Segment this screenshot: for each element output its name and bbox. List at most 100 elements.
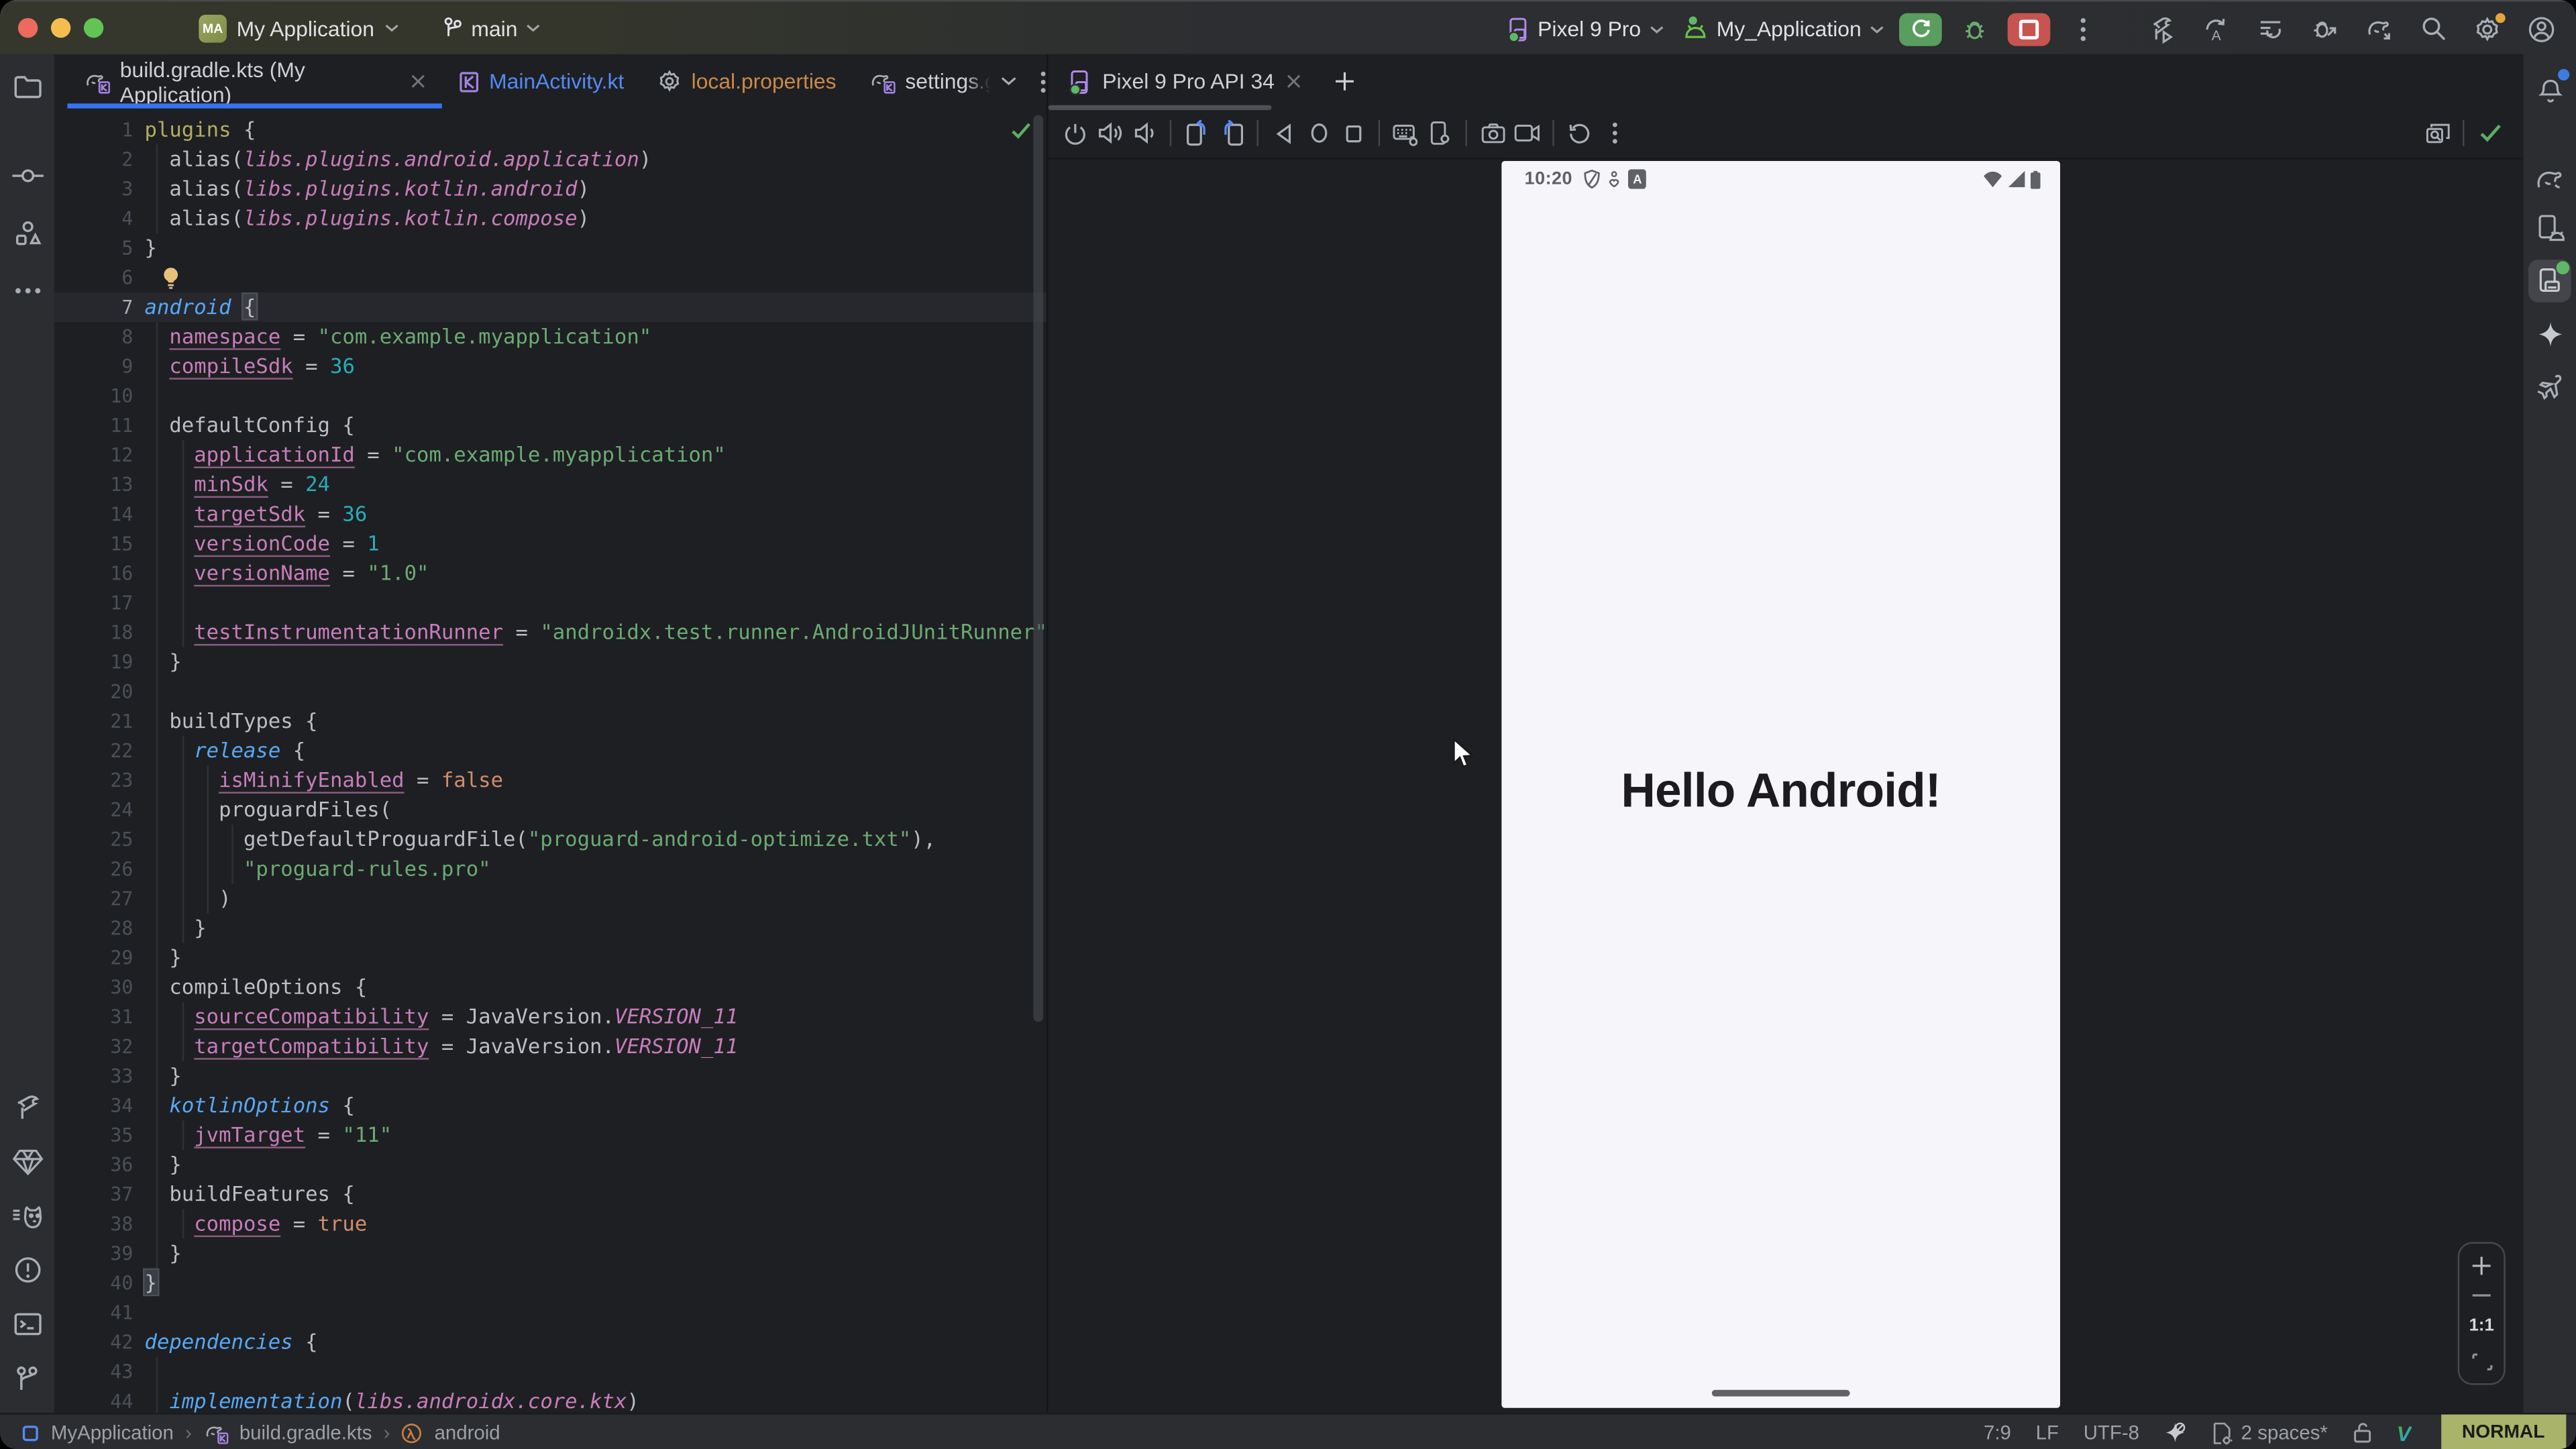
inspections-ok-checkmark-icon[interactable]: [1010, 121, 1032, 140]
code-line[interactable]: 3 alias(libs.plugins.kotlin.android): [54, 174, 1046, 204]
line-number[interactable]: 8: [54, 322, 133, 352]
volume-down-button[interactable]: [1127, 115, 1161, 151]
close-icon[interactable]: [411, 74, 425, 89]
device-more-button[interactable]: [1597, 115, 1631, 151]
indent-setting[interactable]: 2 spaces*: [2212, 1420, 2328, 1445]
code-line[interactable]: 9 compileSdk = 36: [54, 352, 1046, 381]
search-everywhere-button[interactable]: [2412, 9, 2455, 48]
code-line[interactable]: 38 compose = true: [54, 1209, 1046, 1238]
line-number[interactable]: 41: [54, 1298, 133, 1328]
running-devices-button[interactable]: [2528, 260, 2571, 303]
code-line[interactable]: 25 getDefaultProguardFile("proguard-andr…: [54, 824, 1046, 854]
line-ending[interactable]: LF: [2036, 1421, 2059, 1444]
code-line[interactable]: 41: [54, 1298, 1046, 1328]
home-button[interactable]: [1301, 115, 1336, 151]
apply-changes-button[interactable]: A: [2195, 9, 2238, 48]
project-tool-button[interactable]: [6, 66, 49, 109]
file-encoding[interactable]: UTF-8: [2084, 1421, 2139, 1444]
code-line[interactable]: 14 targetSdk = 36: [54, 499, 1046, 529]
line-number[interactable]: 12: [54, 440, 133, 470]
overview-button[interactable]: [1336, 115, 1370, 151]
tab-options-kebab[interactable]: [1040, 70, 1046, 93]
file-lock-icon[interactable]: [2353, 1421, 2372, 1444]
code-line[interactable]: 1plugins {: [54, 115, 1046, 144]
line-number[interactable]: 42: [54, 1328, 133, 1357]
line-number[interactable]: 2: [54, 145, 133, 174]
code-line[interactable]: 44 implementation(libs.androidx.core.ktx…: [54, 1387, 1046, 1413]
code-line[interactable]: 13 minSdk = 24: [54, 470, 1046, 499]
device-selector[interactable]: Pixel 9 Pro: [1503, 15, 1668, 42]
gradle-sync-button[interactable]: [2357, 9, 2400, 48]
code-line[interactable]: 8 namespace = "com.example.myapplication…: [54, 322, 1046, 352]
line-number[interactable]: 36: [54, 1150, 133, 1179]
terminal-tool-button[interactable]: [6, 1303, 49, 1346]
stop-button[interactable]: [2008, 12, 2051, 45]
zoom-actual-size-button[interactable]: 1:1: [2469, 1316, 2494, 1335]
breadcrumb-file[interactable]: build.gradle.kts: [239, 1421, 372, 1444]
line-number[interactable]: 44: [54, 1387, 133, 1413]
rotate-right-button[interactable]: [1214, 115, 1248, 151]
breadcrumb-element[interactable]: android: [435, 1421, 500, 1444]
device-ok-checkmark-icon[interactable]: [2473, 115, 2507, 151]
line-number[interactable]: 15: [54, 529, 133, 559]
line-number[interactable]: 27: [54, 884, 133, 914]
line-number[interactable]: 35: [54, 1120, 133, 1150]
app-quality-insights-button[interactable]: [6, 1140, 49, 1183]
tab-build-gradle-kts[interactable]: build.gradle.kts (My Application): [67, 54, 441, 109]
line-number[interactable]: 23: [54, 765, 133, 795]
reset-button[interactable]: [1562, 115, 1597, 151]
add-device-tab-button[interactable]: [1334, 70, 1355, 92]
hardware-input-button[interactable]: [1388, 115, 1422, 151]
line-number[interactable]: 17: [54, 588, 133, 618]
line-number[interactable]: 7: [54, 292, 133, 322]
line-number[interactable]: 21: [54, 706, 133, 736]
code-line[interactable]: 26 "proguard-rules.pro": [54, 854, 1046, 883]
tab-local-properties[interactable]: local.properties: [641, 54, 853, 109]
structure-tool-button[interactable]: [6, 212, 49, 255]
zoom-in-button[interactable]: [2471, 1255, 2492, 1277]
code-line[interactable]: 7android {: [54, 292, 1046, 322]
line-number[interactable]: 40: [54, 1269, 133, 1298]
code-line[interactable]: 2 alias(libs.plugins.android.application…: [54, 145, 1046, 174]
back-button[interactable]: [1267, 115, 1301, 151]
debug-button[interactable]: [1953, 9, 1996, 48]
line-number[interactable]: 1: [54, 115, 133, 144]
line-number[interactable]: 30: [54, 973, 133, 1002]
gradle-tool-button[interactable]: [2528, 154, 2571, 197]
line-number[interactable]: 9: [54, 352, 133, 381]
build-tool-button[interactable]: [6, 1086, 49, 1129]
code-line[interactable]: 33 }: [54, 1061, 1046, 1091]
code-line[interactable]: 39 }: [54, 1239, 1046, 1269]
profile-button[interactable]: [2520, 9, 2563, 48]
line-number[interactable]: 11: [54, 411, 133, 440]
problems-tool-button[interactable]: [6, 1248, 49, 1291]
emulator-screen[interactable]: 10:20 A Hello Android!: [1501, 161, 2060, 1408]
code-line[interactable]: 5}: [54, 233, 1046, 263]
ai-disabled-icon[interactable]: [2164, 1420, 2187, 1445]
close-window-button[interactable]: [18, 18, 38, 38]
commit-tool-button[interactable]: [6, 154, 49, 197]
line-number[interactable]: 18: [54, 618, 133, 647]
line-number[interactable]: 34: [54, 1091, 133, 1120]
tab-mainactivity-kt[interactable]: MainActivity.kt: [441, 54, 641, 109]
code-line[interactable]: 35 jvmTarget = "11": [54, 1120, 1046, 1150]
code-line[interactable]: 24 proguardFiles(: [54, 795, 1046, 824]
code-line[interactable]: 34 kotlinOptions {: [54, 1091, 1046, 1120]
tab-pixel-9-pro-api-34[interactable]: Pixel 9 Pro API 34: [1048, 54, 1320, 109]
line-number[interactable]: 25: [54, 824, 133, 854]
code-line[interactable]: 32 targetCompatibility = JavaVersion.VER…: [54, 1032, 1046, 1061]
build-and-run-button[interactable]: [2141, 9, 2184, 48]
code-line[interactable]: 11 defaultConfig {: [54, 411, 1046, 440]
line-number[interactable]: 38: [54, 1209, 133, 1238]
code-editor[interactable]: 1plugins {2 alias(libs.plugins.android.a…: [54, 109, 1046, 1413]
zoom-windows-icon[interactable]: [2420, 115, 2454, 151]
close-icon[interactable]: [1286, 74, 1301, 89]
device-manager-button[interactable]: [2528, 207, 2571, 250]
ideavim-icon[interactable]: V: [2397, 1420, 2411, 1445]
line-number[interactable]: 39: [54, 1239, 133, 1269]
code-line[interactable]: 21 buildTypes {: [54, 706, 1046, 736]
tab-settings-gradle[interactable]: settings.g: [853, 54, 994, 109]
version-control-tool-button[interactable]: [6, 1357, 49, 1400]
volume-up-button[interactable]: [1093, 115, 1127, 151]
run-configuration-selector[interactable]: My_Application: [1678, 16, 1887, 41]
